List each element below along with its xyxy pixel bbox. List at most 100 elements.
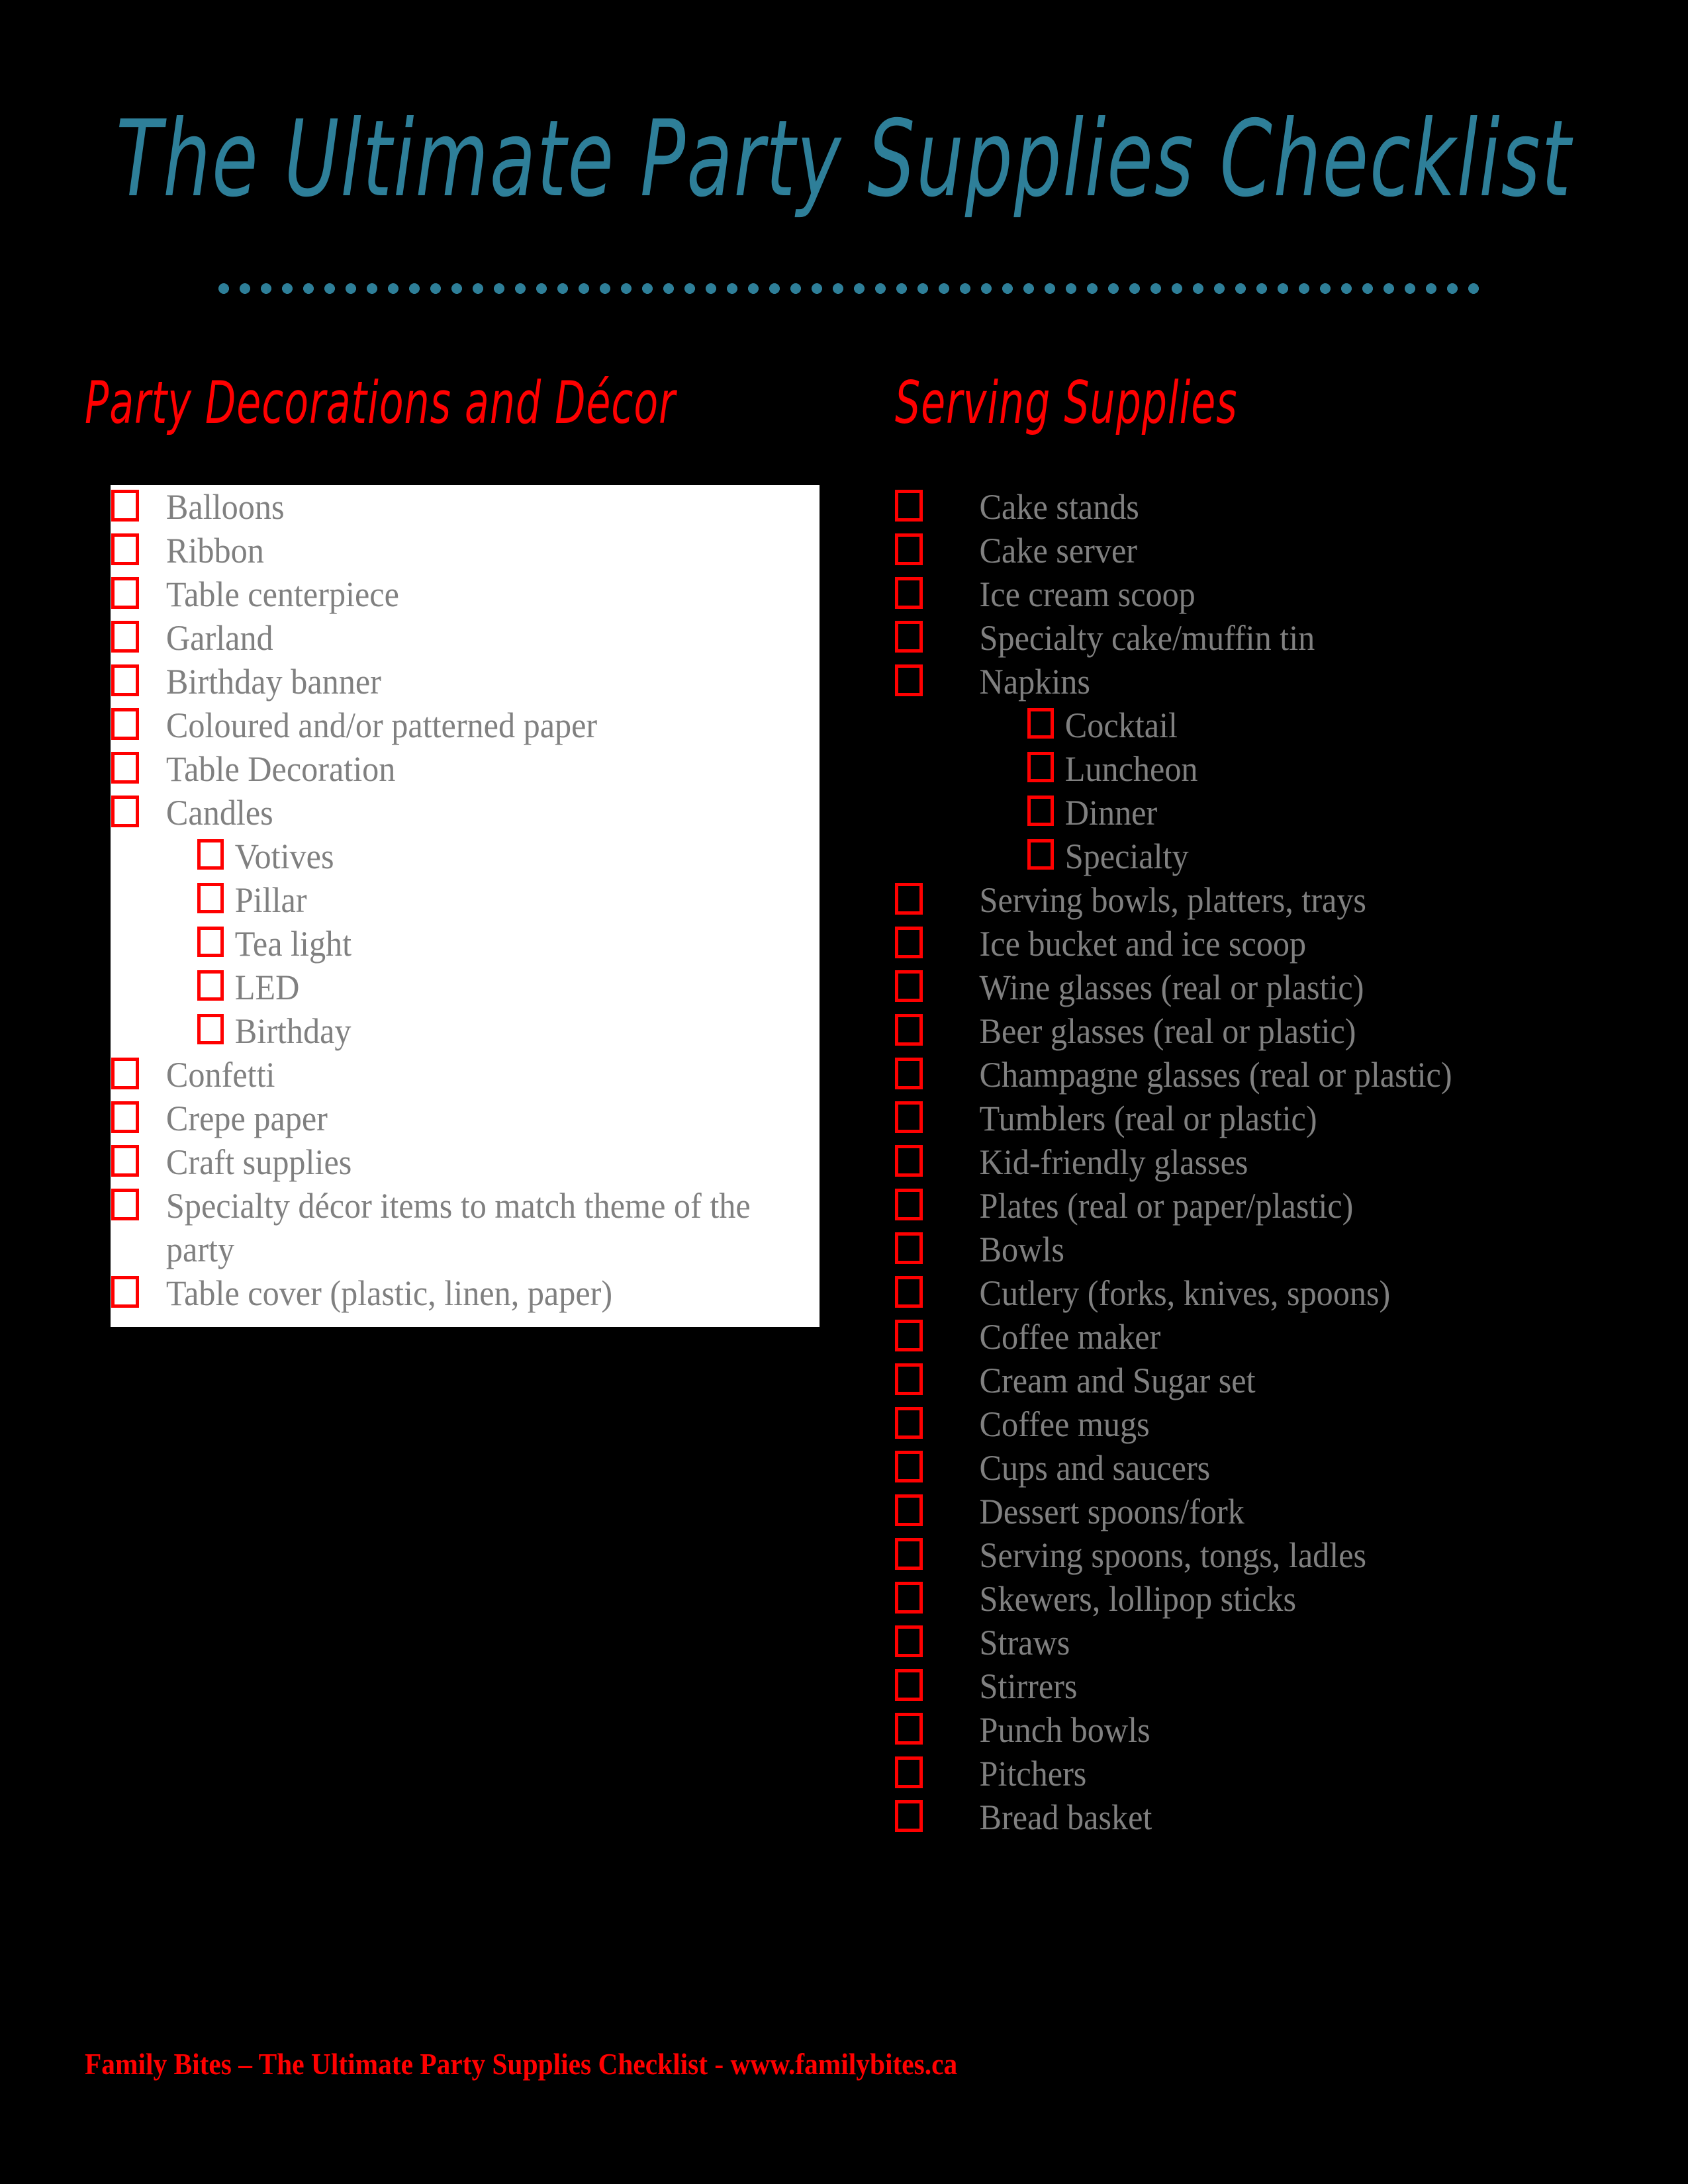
checklist-item[interactable]: Specialty décor items to match theme of …: [85, 1184, 866, 1271]
checklist-item[interactable]: Table centerpiece: [85, 572, 866, 616]
checklist-item[interactable]: Pitchers: [895, 1752, 1676, 1796]
checklist-item[interactable]: Coffee maker: [895, 1315, 1676, 1359]
checkbox-icon[interactable]: [111, 1276, 139, 1308]
checklist-item[interactable]: Confetti: [85, 1053, 866, 1097]
checklist-item[interactable]: Plates (real or paper/plastic): [895, 1184, 1676, 1228]
checkbox-icon[interactable]: [1027, 708, 1054, 739]
checkbox-icon[interactable]: [197, 839, 224, 870]
checklist-item-label: Plates (real or paper/plastic): [979, 1186, 1354, 1226]
checkbox-icon[interactable]: [895, 927, 923, 958]
checkbox-icon[interactable]: [111, 621, 139, 653]
checkbox-icon[interactable]: [895, 1625, 923, 1657]
checklist-item[interactable]: Pillar: [85, 878, 866, 922]
checkbox-icon[interactable]: [895, 1363, 923, 1395]
checkbox-icon[interactable]: [197, 927, 224, 957]
checklist-item[interactable]: Serving bowls, platters, trays: [895, 878, 1676, 922]
checkbox-icon[interactable]: [895, 1101, 923, 1133]
checklist-item[interactable]: Crepe paper: [85, 1097, 866, 1140]
checkbox-icon[interactable]: [111, 1189, 139, 1220]
checkbox-icon[interactable]: [895, 1538, 923, 1570]
checklist-item[interactable]: Cake stands: [895, 485, 1676, 529]
checkbox-icon[interactable]: [197, 970, 224, 1001]
checklist-item[interactable]: Dinner: [895, 791, 1676, 835]
checkbox-icon[interactable]: [111, 752, 139, 784]
checklist-item[interactable]: Serving spoons, tongs, ladles: [895, 1533, 1676, 1577]
checkbox-icon[interactable]: [895, 1232, 923, 1264]
checklist-item[interactable]: Cups and saucers: [895, 1446, 1676, 1490]
checkbox-icon[interactable]: [111, 1145, 139, 1177]
checklist-item[interactable]: Tea light: [85, 922, 866, 966]
checkbox-icon[interactable]: [895, 970, 923, 1002]
checklist-item[interactable]: Skewers, lollipop sticks: [895, 1577, 1676, 1621]
checklist-item[interactable]: Birthday banner: [85, 660, 866, 704]
checklist-item[interactable]: Coffee mugs: [895, 1402, 1676, 1446]
checkbox-icon[interactable]: [895, 1800, 923, 1832]
checkbox-icon[interactable]: [111, 796, 139, 827]
checkbox-icon[interactable]: [895, 1189, 923, 1220]
checkbox-icon[interactable]: [895, 1014, 923, 1046]
checkbox-icon[interactable]: [111, 577, 139, 609]
checklist-item[interactable]: Ice cream scoop: [895, 572, 1676, 616]
checkbox-icon[interactable]: [197, 883, 224, 913]
checklist-item[interactable]: Beer glasses (real or plastic): [895, 1009, 1676, 1053]
checklist-item[interactable]: LED: [85, 966, 866, 1009]
checklist-item[interactable]: Punch bowls: [895, 1708, 1676, 1752]
checkbox-icon[interactable]: [895, 621, 923, 653]
checklist-item[interactable]: Champagne glasses (real or plastic): [895, 1053, 1676, 1097]
checklist-item[interactable]: Napkins: [895, 660, 1676, 704]
checkbox-icon[interactable]: [1027, 839, 1054, 870]
checkbox-icon[interactable]: [111, 490, 139, 522]
checklist-item[interactable]: Luncheon: [895, 747, 1676, 791]
checklist-item[interactable]: Specialty cake/muffin tin: [895, 616, 1676, 660]
checklist-item[interactable]: Garland: [85, 616, 866, 660]
checkbox-icon[interactable]: [895, 490, 923, 522]
checklist-item[interactable]: Coloured and/or patterned paper: [85, 704, 866, 747]
checkbox-icon[interactable]: [895, 1756, 923, 1788]
checkbox-icon[interactable]: [895, 883, 923, 915]
checklist-item[interactable]: Balloons: [85, 485, 866, 529]
checkbox-icon[interactable]: [111, 708, 139, 740]
checklist-item[interactable]: Table cover (plastic, linen, paper): [85, 1271, 866, 1315]
checkbox-icon[interactable]: [111, 1101, 139, 1133]
checkbox-icon[interactable]: [895, 1582, 923, 1614]
checkbox-icon[interactable]: [895, 1145, 923, 1177]
checklist-item[interactable]: Cocktail: [895, 704, 1676, 747]
checkbox-icon[interactable]: [895, 1494, 923, 1526]
checklist-item[interactable]: Bowls: [895, 1228, 1676, 1271]
checkbox-icon[interactable]: [111, 664, 139, 696]
checklist-item[interactable]: Cream and Sugar set: [895, 1359, 1676, 1402]
checklist-item[interactable]: Cake server: [895, 529, 1676, 572]
checklist-item[interactable]: Ribbon: [85, 529, 866, 572]
checkbox-icon[interactable]: [895, 1669, 923, 1701]
checklist-item[interactable]: Table Decoration: [85, 747, 866, 791]
checklist-item[interactable]: Candles: [85, 791, 866, 835]
checklist-item[interactable]: Cutlery (forks, knives, spoons): [895, 1271, 1676, 1315]
checkbox-icon[interactable]: [197, 1014, 224, 1044]
checklist-item[interactable]: Votives: [85, 835, 866, 878]
checkbox-icon[interactable]: [1027, 752, 1054, 782]
checklist-item[interactable]: Craft supplies: [85, 1140, 866, 1184]
checklist-item[interactable]: Dessert spoons/fork: [895, 1490, 1676, 1533]
checkbox-icon[interactable]: [895, 533, 923, 565]
checklist-item[interactable]: Tumblers (real or plastic): [895, 1097, 1676, 1140]
checkbox-icon[interactable]: [895, 1058, 923, 1089]
checklist-item[interactable]: Specialty: [895, 835, 1676, 878]
checkbox-icon[interactable]: [111, 1058, 139, 1089]
checklist-item[interactable]: Wine glasses (real or plastic): [895, 966, 1676, 1009]
checklist-item[interactable]: Kid-friendly glasses: [895, 1140, 1676, 1184]
checkbox-icon[interactable]: [111, 533, 139, 565]
checklist-item[interactable]: Ice bucket and ice scoop: [895, 922, 1676, 966]
checklist-item[interactable]: Birthday: [85, 1009, 866, 1053]
checkbox-icon[interactable]: [895, 664, 923, 696]
checklist-item-label: Kid-friendly glasses: [979, 1142, 1248, 1182]
checklist-item[interactable]: Bread basket: [895, 1796, 1676, 1839]
checkbox-icon[interactable]: [895, 1320, 923, 1351]
checklist-item[interactable]: Straws: [895, 1621, 1676, 1664]
checkbox-icon[interactable]: [895, 1276, 923, 1308]
checkbox-icon[interactable]: [895, 577, 923, 609]
checkbox-icon[interactable]: [895, 1451, 923, 1482]
checkbox-icon[interactable]: [895, 1407, 923, 1439]
checkbox-icon[interactable]: [1027, 796, 1054, 826]
checklist-item[interactable]: Stirrers: [895, 1664, 1676, 1708]
checkbox-icon[interactable]: [895, 1713, 923, 1745]
